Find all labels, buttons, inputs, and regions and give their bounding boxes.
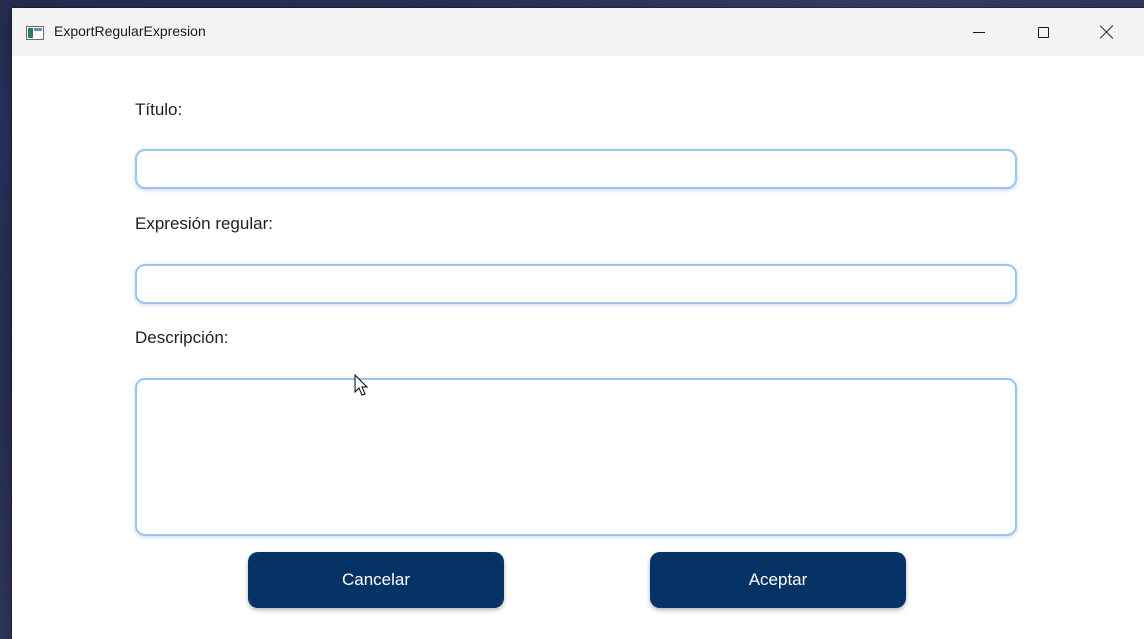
maximize-button[interactable] xyxy=(1020,8,1066,56)
regex-input[interactable] xyxy=(135,264,1017,304)
app-window-icon xyxy=(26,26,44,40)
export-regex-window: ExportRegularExpresion Título: Expresión… xyxy=(12,8,1144,639)
maximize-icon xyxy=(1037,26,1049,38)
title-input[interactable] xyxy=(135,149,1017,189)
description-textarea[interactable] xyxy=(135,378,1017,536)
accept-button[interactable]: Aceptar xyxy=(650,552,906,608)
description-label: Descripción: xyxy=(135,328,229,347)
close-icon xyxy=(1100,25,1114,39)
close-button[interactable] xyxy=(1084,8,1130,56)
mouse-cursor-icon xyxy=(354,374,369,396)
regex-label: Expresión regular: xyxy=(135,214,273,233)
title-bar[interactable]: ExportRegularExpresion xyxy=(12,8,1144,56)
title-label: Título: xyxy=(135,100,183,119)
cancel-button[interactable]: Cancelar xyxy=(248,552,504,608)
minimize-button[interactable] xyxy=(956,8,1002,56)
window-title: ExportRegularExpresion xyxy=(54,23,206,39)
minimize-icon xyxy=(973,31,985,33)
